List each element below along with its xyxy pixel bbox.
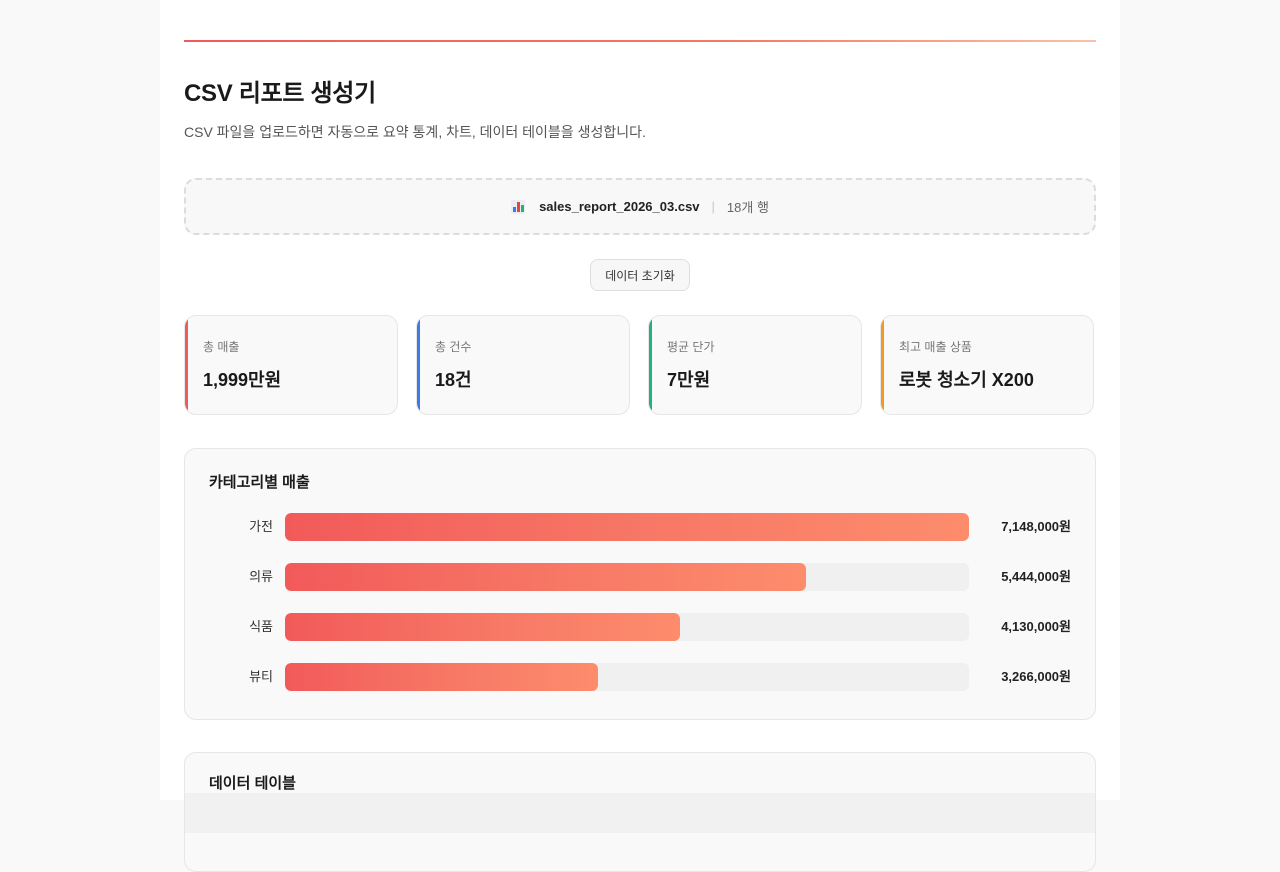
bar-value-label: 5,444,000원 [1001,569,1071,584]
stat-accent-bar [649,316,652,414]
bar-value-label: 3,266,000원 [1001,669,1071,684]
stat-card-total-count: 총 건수 18건 [416,315,630,415]
table-header-row [185,793,1095,833]
data-table-card: 데이터 테이블 [184,752,1096,872]
chart-bar-row: 식품 4,130,000원 [185,613,1095,641]
category-sales-chart: 카테고리별 매출 가전 7,148,000원 의류 5,444,000원 식품 [184,448,1096,720]
bar-value-label: 4,130,000원 [1001,619,1071,634]
stat-label: 최고 매출 상품 [899,340,972,354]
summary-stats: 총 매출 1,999만원 총 건수 18건 평균 단가 7만원 최고 매출 상품… [184,315,1096,416]
bar-category-label: 뷰티 [249,669,273,684]
stat-card-total-sales: 총 매출 1,999만원 [184,315,398,415]
bar-track [285,613,969,641]
stat-accent-bar [417,316,420,414]
bar-track [285,663,969,691]
bar-track [285,513,969,541]
row-count: 18개 행 [726,200,769,215]
bar-chart-icon [511,199,526,214]
bar-value-label: 7,148,000원 [1001,519,1071,534]
stat-value: 7만원 [667,370,711,390]
chart-bar [285,613,681,641]
chart-bar [285,513,969,541]
accent-divider [184,40,1096,42]
stat-accent-bar [881,316,884,414]
chart-bar-row: 가전 7,148,000원 [185,513,1095,541]
chart-title: 카테고리별 매출 [209,474,310,491]
chart-bar [285,663,598,691]
bar-track [285,563,969,591]
stat-accent-bar [185,316,188,414]
stat-value: 로봇 청소기 X200 [899,370,1034,390]
bar-category-label: 식품 [249,619,273,634]
table-title: 데이터 테이블 [209,775,296,792]
page-title: CSV 리포트 생성기 [184,80,376,107]
uploaded-file-name: sales_report_2026_03.csv [539,199,700,214]
chart-bar-row: 뷰티 3,266,000원 [185,663,1095,691]
stat-label: 평균 단가 [667,340,715,354]
reset-data-button[interactable]: 데이터 초기화 [590,259,690,291]
file-dropzone[interactable]: sales_report_2026_03.csv | 18개 행 [184,178,1096,235]
stat-value: 18건 [435,370,472,390]
stat-label: 총 매출 [203,340,240,354]
chart-bar [285,563,806,591]
bar-category-label: 가전 [249,519,273,534]
chart-bar-row: 의류 5,444,000원 [185,563,1095,591]
page-container: CSV 리포트 생성기 CSV 파일을 업로드하면 자동으로 요약 통계, 차트… [160,0,1120,872]
separator: | [711,199,715,214]
stat-card-average-price: 평균 단가 7만원 [648,315,862,415]
bar-category-label: 의류 [249,569,273,584]
stat-value: 1,999만원 [203,370,282,390]
page-subtitle: CSV 파일을 업로드하면 자동으로 요약 통계, 차트, 데이터 테이블을 생… [184,124,646,140]
stat-label: 총 건수 [435,340,472,354]
stat-card-top-product: 최고 매출 상품 로봇 청소기 X200 [880,315,1094,415]
